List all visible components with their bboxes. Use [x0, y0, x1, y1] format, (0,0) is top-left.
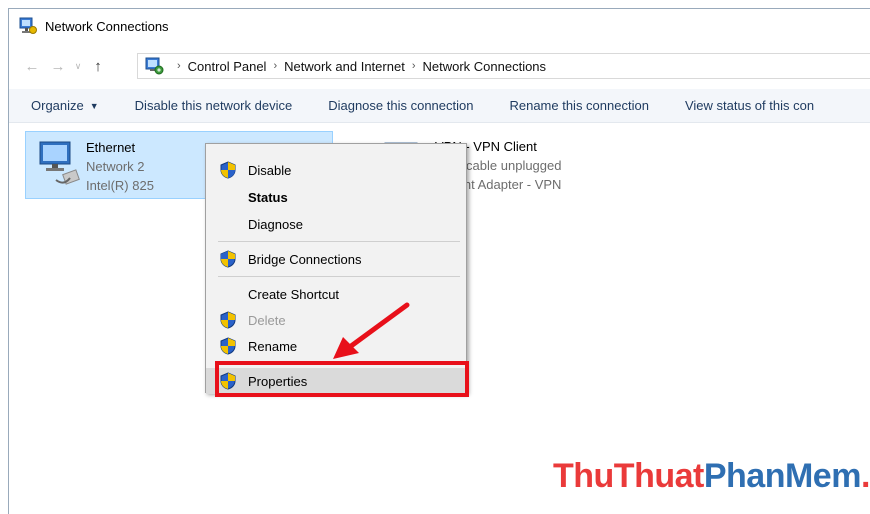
watermark-part3: .vn — [860, 457, 870, 495]
uac-shield-icon — [220, 161, 236, 179]
chevron-right-icon: › — [411, 60, 416, 72]
command-bar: Organize ▼ Disable this network device D… — [9, 89, 870, 123]
chevron-right-icon: › — [273, 60, 278, 72]
watermark: ThuThuatPhanMem.vn — [553, 457, 870, 496]
menu-item-disable[interactable]: Disable — [206, 157, 466, 183]
breadcrumb-network-connections[interactable]: Network Connections — [422, 59, 546, 74]
menu-item-label: Delete — [248, 312, 286, 328]
back-arrow-icon[interactable]: ← — [21, 55, 43, 77]
menu-item-label: Bridge Connections — [248, 251, 362, 267]
connection-network: Network 2 — [86, 159, 145, 174]
watermark-part2: PhanMem — [703, 457, 862, 495]
network-connections-icon — [19, 17, 37, 34]
control-panel-icon — [145, 57, 164, 75]
menu-separator — [218, 241, 460, 242]
menu-item-status[interactable]: Status — [206, 184, 466, 210]
menu-item-label: Diagnose — [248, 216, 303, 232]
connection-adapter: Intel(R) 825 — [86, 178, 154, 193]
uac-shield-icon — [220, 250, 236, 268]
uac-shield-icon — [220, 337, 236, 355]
recent-locations-chevron-icon[interactable]: ∨ — [71, 55, 85, 77]
menu-separator — [218, 276, 460, 277]
breadcrumb-control-panel[interactable]: Control Panel — [188, 59, 267, 74]
uac-shield-icon — [220, 311, 236, 329]
title-bar: Network Connections — [9, 9, 870, 43]
network-connections-window: Network Connections ← → ∨ ↑ › Control Pa… — [8, 8, 870, 514]
ethernet-adapter-icon — [26, 132, 86, 198]
caret-down-icon: ▼ — [89, 100, 99, 111]
organize-label: Organize — [31, 98, 84, 113]
window-title: Network Connections — [45, 18, 169, 34]
up-arrow-icon[interactable]: ↑ — [87, 55, 109, 77]
address-path[interactable]: › Control Panel › Network and Internet ›… — [137, 53, 870, 79]
connection-name: Ethernet — [86, 140, 136, 155]
menu-item-bridge-connections[interactable]: Bridge Connections — [206, 246, 466, 272]
forward-arrow-icon[interactable]: → — [47, 55, 69, 77]
menu-item-label: Rename — [248, 338, 298, 354]
diagnose-connection-button[interactable]: Diagnose this connection — [328, 98, 473, 113]
breadcrumb-network-and-internet[interactable]: Network and Internet — [284, 59, 405, 74]
address-bar: ← → ∨ ↑ › Control Panel › Network and In… — [9, 51, 870, 81]
view-status-button[interactable]: View status of this con — [685, 98, 814, 113]
menu-item-diagnose[interactable]: Diagnose — [206, 211, 466, 237]
rename-connection-button[interactable]: Rename this connection — [509, 98, 648, 113]
disable-device-button[interactable]: Disable this network device — [135, 98, 293, 113]
menu-item-label: Status — [248, 189, 288, 205]
organize-button[interactable]: Organize ▼ — [31, 98, 99, 113]
chevron-right-icon: › — [177, 60, 181, 72]
properties-highlight-box — [215, 361, 469, 397]
menu-item-label: Disable — [248, 162, 292, 178]
watermark-part1: ThuThuat — [553, 457, 704, 495]
annotation-arrow-icon — [333, 302, 410, 359]
